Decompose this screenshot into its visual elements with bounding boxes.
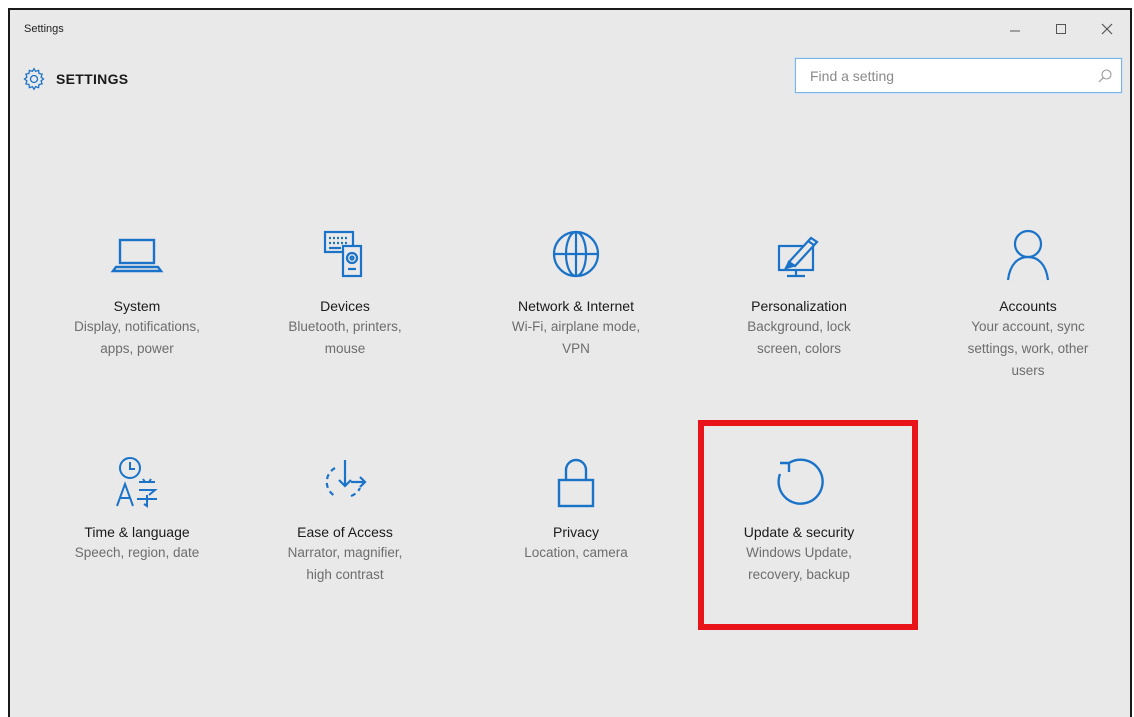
refresh-icon xyxy=(777,458,824,505)
tile-ease-of-access-title: Ease of Access xyxy=(297,524,393,540)
tile-accounts-desc: Your account, sync settings, work, other… xyxy=(967,319,1089,378)
tile-devices-title: Devices xyxy=(320,298,370,314)
tile-time-language[interactable]: Time & language Speech, region, date xyxy=(37,450,237,564)
page-title: SETTINGS xyxy=(56,71,129,87)
tile-privacy[interactable]: Privacy Location, camera xyxy=(476,450,676,564)
paint-icon xyxy=(777,236,819,278)
title-bar[interactable]: Settings xyxy=(10,10,1130,48)
minimize-icon xyxy=(1010,30,1020,32)
search-icon[interactable] xyxy=(1097,68,1113,84)
ease-of-access-icon xyxy=(325,460,367,498)
tile-ease-of-access-desc: Narrator, magnifier, high contrast xyxy=(287,545,403,582)
person-icon xyxy=(1006,229,1050,281)
tile-network[interactable]: Network & Internet Wi-Fi, airplane mode,… xyxy=(476,224,676,360)
lock-icon xyxy=(557,458,595,508)
tile-personalization[interactable]: Personalization Background, lock screen,… xyxy=(699,224,899,360)
tile-accounts[interactable]: Accounts Your account, sync settings, wo… xyxy=(928,224,1128,382)
tile-devices[interactable]: Devices Bluetooth, printers, mouse xyxy=(245,224,445,360)
tile-network-title: Network & Internet xyxy=(518,298,634,314)
tile-ease-of-access[interactable]: Ease of Access Narrator, magnifier, high… xyxy=(245,450,445,586)
window-controls xyxy=(992,10,1130,48)
tile-personalization-desc: Background, lock screen, colors xyxy=(747,319,851,356)
window-title: Settings xyxy=(24,23,64,35)
tile-update-security-desc: Windows Update, recovery, backup xyxy=(746,545,852,582)
time-language-icon xyxy=(116,457,158,508)
minimize-button[interactable] xyxy=(992,10,1038,48)
tile-time-language-title: Time & language xyxy=(84,524,190,540)
tile-system[interactable]: System Display, notifications, apps, pow… xyxy=(37,224,237,360)
tile-network-desc: Wi-Fi, airplane mode, VPN xyxy=(511,319,641,356)
maximize-icon xyxy=(1056,24,1066,34)
tile-privacy-title: Privacy xyxy=(553,524,599,540)
search-box[interactable] xyxy=(795,58,1122,93)
page-header: SETTINGS xyxy=(22,66,128,92)
gear-icon xyxy=(23,67,45,91)
tile-personalization-title: Personalization xyxy=(751,298,847,314)
close-button[interactable] xyxy=(1084,10,1130,48)
tile-privacy-desc: Location, camera xyxy=(524,545,628,560)
search-input[interactable] xyxy=(796,59,1092,92)
maximize-button[interactable] xyxy=(1038,10,1084,48)
tile-devices-desc: Bluetooth, printers, mouse xyxy=(288,319,402,356)
settings-window: Settings SETTINGS Find a setting System … xyxy=(8,8,1132,717)
laptop-icon xyxy=(110,238,164,273)
tile-system-desc: Display, notifications, apps, power xyxy=(74,319,200,356)
globe-icon xyxy=(552,230,600,278)
tile-accounts-title: Accounts xyxy=(999,298,1057,314)
devices-icon xyxy=(323,230,363,278)
close-icon xyxy=(1101,23,1113,35)
tile-time-language-desc: Speech, region, date xyxy=(74,545,200,560)
tile-update-security[interactable]: Update & security Windows Update, recove… xyxy=(699,450,899,586)
tile-system-title: System xyxy=(113,298,161,314)
tile-update-security-title: Update & security xyxy=(743,524,855,540)
